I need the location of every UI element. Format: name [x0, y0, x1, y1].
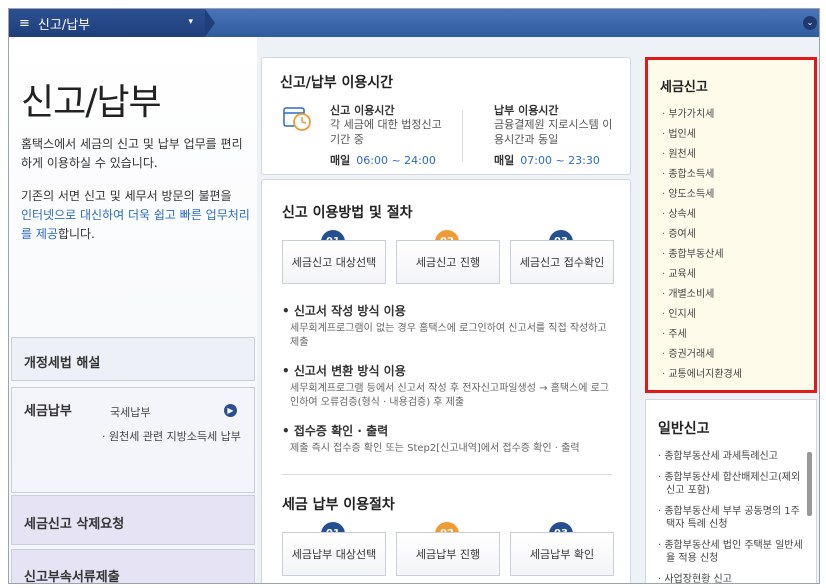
- calendar-clock-icon: [283, 107, 311, 131]
- report-delete-request-label: 세금신고 삭제요청: [24, 517, 125, 532]
- report-delete-request-box[interactable]: 세금신고 삭제요청: [11, 495, 255, 545]
- tax-item-income[interactable]: 종합소득세: [662, 165, 742, 185]
- pay-time-title: 납부 이용시간: [494, 104, 559, 117]
- tax-item-education[interactable]: 교육세: [662, 265, 742, 285]
- tax-item-securities[interactable]: 증권거래세: [662, 345, 742, 365]
- general-item[interactable]: 종합부동산세 과세특례신고: [658, 450, 806, 463]
- tax-item-corporate[interactable]: 법인세: [662, 125, 742, 145]
- tax-item-excise[interactable]: 개별소비세: [662, 285, 742, 305]
- tax-item-liquor[interactable]: 주세: [662, 325, 742, 345]
- tax-item-inheritance[interactable]: 상속세: [662, 205, 742, 225]
- intro-text-2: 기존의 서면 신고 및 세무서 방문의 불편을 인터넷으로 대신하여 더욱 쉽고…: [21, 187, 251, 244]
- usage-time-card: 신고/납부 이용시간 신고 이용시간 각 세금에 대한 법정신고 기간 중 매일…: [261, 57, 631, 175]
- pay-time-value: 매일 07:00 ~ 23:30: [494, 152, 600, 168]
- section-divider: [282, 474, 612, 475]
- arrow-right-icon[interactable]: ▶: [224, 404, 237, 417]
- usage-time-title: 신고/납부 이용시간: [280, 75, 394, 91]
- procedure-title: 신고 이용방법 및 절차: [282, 205, 413, 221]
- hamburger-icon: ≡: [19, 15, 30, 31]
- tax-payment-label: 세금납부: [24, 404, 72, 419]
- general-report-list: 종합부동산세 과세특례신고 종합부동산세 합산배제신고(제외 신고 포함) 종합…: [658, 450, 806, 583]
- tax-item-transport-energy[interactable]: 교통에너지환경세: [662, 365, 742, 385]
- bullet-heading: • 접수증 확인 · 출력: [282, 424, 389, 438]
- pay-time-range: 07:00 ~ 23:30: [520, 154, 600, 167]
- tax-item-gift[interactable]: 증여세: [662, 225, 742, 245]
- bullet-desc: 세무회계프로그램 등에서 신고서 작성 후 전자신고파일생성 → 홈택스에 로그…: [290, 383, 610, 408]
- tax-report-list: 부가가치세 법인세 원천세 종합소득세 양도소득세 상속세 증여세 종합부동산세…: [662, 105, 742, 385]
- caret-down-icon: ▾: [188, 17, 193, 27]
- tax-law-explanation-box[interactable]: 개정세법 해설: [11, 337, 255, 381]
- step-box-report-select[interactable]: 세금신고 대상선택: [282, 240, 386, 284]
- tab-arrow-shape: [205, 9, 215, 37]
- tax-report-card: 세금신고 부가가치세 법인세 원천세 종합소득세 양도소득세 상속세 증여세 종…: [645, 57, 817, 393]
- chevron-down-icon[interactable]: ⌄: [803, 16, 817, 30]
- report-time-day: 매일: [330, 154, 351, 167]
- left-panel: 신고/납부 홈택스에서 세금의 신고 및 납부 업무를 편리하게 이용하실 수 …: [9, 37, 257, 584]
- menu-selector[interactable]: ≡ 신고/납부 ▾: [9, 9, 205, 37]
- bullet-heading: • 신고서 변환 방식 이용: [282, 364, 406, 378]
- bullet-desc: 제출 즉시 접수증 확인 또는 Step2[신고내역]에서 접수증 확인 · 출…: [290, 443, 580, 454]
- tax-report-title: 세금신고: [660, 80, 708, 95]
- top-bar: ≡ 신고/납부 ▾ ⌄: [9, 9, 819, 37]
- report-time-range: 06:00 ~ 24:00: [356, 154, 436, 167]
- report-time-title: 신고 이용시간: [330, 104, 395, 117]
- general-item[interactable]: 종합부동산세 합산배제신고(제외 신고 포함): [658, 471, 806, 497]
- payment-procedure-title: 세금 납부 이용절차: [282, 497, 395, 513]
- attached-docs-submit-label: 신고부속서류제출: [24, 570, 120, 584]
- bullet-heading: • 신고서 작성 방식 이용: [282, 304, 406, 318]
- report-time-value: 매일 06:00 ~ 24:00: [330, 152, 436, 168]
- general-report-title: 일반신고: [658, 421, 710, 437]
- scrollbar-thumb[interactable]: [807, 452, 812, 516]
- step-box-pay-confirm[interactable]: 세금납부 확인: [510, 532, 614, 576]
- attached-docs-submit-box[interactable]: 신고부속서류제출: [11, 549, 255, 584]
- intro-text: 홈택스에서 세금의 신고 및 납부 업무를 편리하게 이용하실 수 있습니다.: [21, 137, 243, 170]
- general-item[interactable]: 종합부동산세 부부 공동명의 1주택자 특례 신청: [658, 505, 806, 531]
- intro-link-text: 인터넷으로 대신하여 더욱 쉽고 빠른 업무처리를 제공: [21, 208, 250, 241]
- general-item[interactable]: 사업장현황 신고: [658, 573, 806, 583]
- bullet-desc: 세무회계프로그램이 없는 경우 홈택스에 로그인하여 신고서를 직접 작성하고 …: [290, 323, 607, 348]
- intro-text-2-part2: 합니다.: [57, 227, 95, 241]
- app-frame: ≡ 신고/납부 ▾ ⌄ 신고/납부 홈택스에서 세금의 신고 및 납부 업무를 …: [8, 8, 820, 584]
- tax-item-capital-gains[interactable]: 양도소득세: [662, 185, 742, 205]
- local-income-tax-payment-link[interactable]: · 원천세 관련 지방소득세 납부: [102, 428, 241, 444]
- step-box-pay-progress[interactable]: 세금납부 진행: [396, 532, 500, 576]
- national-tax-payment-link[interactable]: 국세납부: [110, 404, 150, 420]
- tax-law-explanation-label: 개정세법 해설: [24, 356, 101, 371]
- general-report-card: 일반신고 종합부동산세 과세특례신고 종합부동산세 합산배제신고(제외 신고 포…: [645, 399, 817, 583]
- intro-text-2-part1: 기존의 서면 신고 및 세무서 방문의 불편을: [21, 189, 232, 203]
- tax-item-property[interactable]: 종합부동산세: [662, 245, 742, 265]
- page-title: 신고/납부: [21, 82, 162, 123]
- vertical-divider: [462, 110, 463, 162]
- report-time-desc: 각 세금에 대한 법정신고 기간 중: [330, 118, 442, 146]
- step-box-report-progress[interactable]: 세금신고 진행: [396, 240, 500, 284]
- menu-selector-label: 신고/납부: [37, 17, 91, 33]
- tax-item-stamp[interactable]: 인지세: [662, 305, 742, 325]
- tax-item-withholding[interactable]: 원천세: [662, 145, 742, 165]
- step-box-pay-select[interactable]: 세금납부 대상선택: [282, 532, 386, 576]
- tax-payment-box: 세금납부 국세납부 ▶ · 원천세 관련 지방소득세 납부: [11, 387, 255, 493]
- procedure-card: 신고 이용방법 및 절차 01 세금신고 대상선택 02 세금신고 진행 03 …: [261, 179, 631, 583]
- general-item[interactable]: 종합부동산세 법인 주택분 일반세율 적용 신청: [658, 539, 806, 565]
- step-box-report-confirm[interactable]: 세금신고 접수확인: [510, 240, 614, 284]
- pay-time-desc: 금융결제원 지로시스템 이용시간과 동일: [494, 118, 613, 146]
- pay-time-day: 매일: [494, 154, 515, 167]
- tax-item-vat[interactable]: 부가가치세: [662, 105, 742, 125]
